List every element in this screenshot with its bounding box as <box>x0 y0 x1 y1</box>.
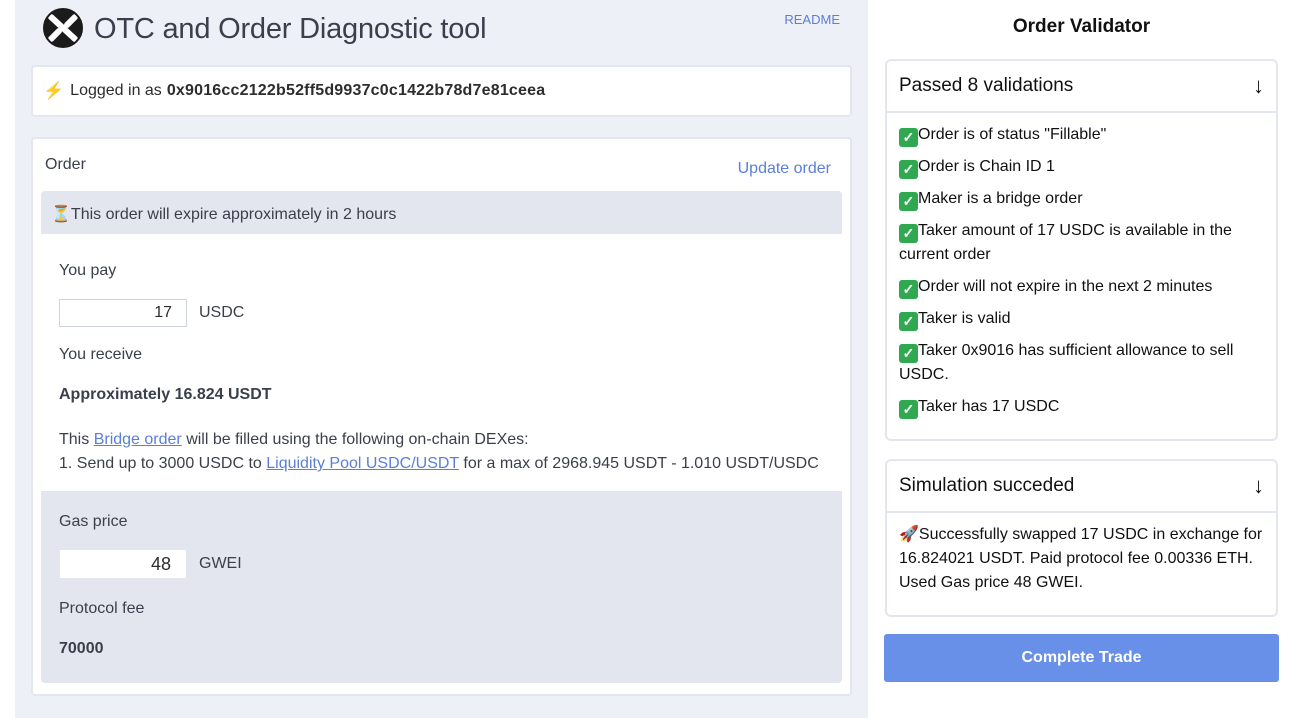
validation-text: Order is of status "Fillable" <box>918 126 1107 143</box>
bridge-prefix: This <box>59 431 90 448</box>
validations-toggle[interactable]: Passed 8 validations ↓ <box>887 61 1276 113</box>
validation-text: Taker is valid <box>918 310 1011 327</box>
check-icon: ✓ <box>899 224 918 243</box>
lightning-icon: ⚡ <box>43 81 65 100</box>
bridge-description: This Bridge order will be filled using t… <box>59 428 819 476</box>
check-icon: ✓ <box>899 160 918 179</box>
order-heading: Order <box>45 156 86 173</box>
validator-title: Order Validator <box>1012 16 1151 37</box>
protocol-fee-label: Protocol fee <box>59 600 145 617</box>
receive-amount: Approximately 16.824 USDT <box>59 386 272 403</box>
simulation-text: Successfully swapped 17 USDC in exchange… <box>899 526 1263 591</box>
validation-list: ✓ Order is of status "Fillable" ✓ Order is … <box>887 113 1276 419</box>
complete-trade-button[interactable]: Complete Trade <box>884 634 1279 682</box>
check-icon: ✓ <box>899 312 918 331</box>
page-title: OTC and Order Diagnostic tool <box>94 13 487 45</box>
wallet-address: 0x9016cc2122b52ff5d9937c0c1422b78d7e81ce… <box>166 82 546 99</box>
validation-item: ✓ Order is Chain ID 1 <box>899 155 1264 179</box>
validation-item: ✓ Taker has 17 USDC <box>899 395 1264 419</box>
expiry-notice: ⏳This order will expire approximately in… <box>41 191 842 234</box>
gas-section: Gas price GWEI Protocol fee 70000 <box>41 491 842 683</box>
gas-unit: GWEI <box>199 555 242 572</box>
login-banner: ⚡ Logged in as 0x9016cc2122b52ff5d9937c0… <box>31 65 852 117</box>
route-suffix: for a max of 2968.945 USDT - 1.010 USDT/… <box>463 455 819 472</box>
bridge-order-link[interactable]: Bridge order <box>94 431 182 448</box>
order-details: You pay USDC You receive Approximately 1… <box>41 234 842 491</box>
check-icon: ✓ <box>899 128 918 147</box>
gas-price-label: Gas price <box>59 513 128 530</box>
you-receive-label: You receive <box>59 346 143 363</box>
validation-item: ✓ Maker is a bridge order <box>899 187 1264 211</box>
check-icon: ✓ <box>899 280 918 299</box>
validation-item: ✓ Order is of status "Fillable" <box>899 123 1264 147</box>
rocket-icon: 🚀 <box>899 526 919 543</box>
readme-link[interactable]: README <box>784 12 840 27</box>
order-card: Order Update order ⏳This order will expi… <box>31 137 852 696</box>
pay-amount-input[interactable] <box>59 299 187 327</box>
validation-text: Taker 0x9016 has sufficient allowance to… <box>899 342 1234 383</box>
left-panel: OTC and Order Diagnostic tool README ⚡ L… <box>15 0 868 718</box>
gas-price-input[interactable] <box>60 550 186 578</box>
validation-item: ✓ Taker amount of 17 USDC is available in… <box>899 219 1264 267</box>
update-order-link[interactable]: Update order <box>738 160 831 178</box>
liquidity-pool-link[interactable]: Liquidity Pool USDC/USDT <box>266 455 459 472</box>
validation-item: ✓ Taker 0x9016 has sufficient allowance t… <box>899 339 1264 387</box>
0x-logo-icon <box>43 8 83 48</box>
bridge-suffix: will be filled using the following on-ch… <box>186 431 529 448</box>
simulation-body: 🚀Successfully swapped 17 USDC in exchang… <box>887 513 1276 595</box>
pay-token: USDC <box>199 304 245 321</box>
validation-item: ✓ Taker is valid <box>899 307 1264 331</box>
validation-text: Taker amount of 17 USDC is available in … <box>899 222 1232 263</box>
expiry-text: This order will expire approximately in … <box>70 206 397 223</box>
check-icon: ✓ <box>899 344 918 363</box>
arrow-down-icon: ↓ <box>1253 73 1264 98</box>
simulation-card: Simulation succeded ↓ 🚀Successfully swap… <box>885 459 1278 617</box>
login-prefix: Logged in as <box>70 82 162 99</box>
validation-item: ✓ Order will not expire in the next 2 min… <box>899 275 1264 299</box>
validation-text: Order is Chain ID 1 <box>918 158 1055 175</box>
hourglass-icon: ⏳ <box>51 206 71 223</box>
simulation-header: Simulation succeded <box>899 475 1075 496</box>
arrow-down-icon: ↓ <box>1253 473 1264 498</box>
route-prefix: 1. Send up to 3000 USDC to <box>59 455 262 472</box>
validation-text: Order will not expire in the next 2 minu… <box>918 278 1213 295</box>
validations-card: Passed 8 validations ↓ ✓ Order is of stat… <box>885 59 1278 441</box>
protocol-fee-value: 70000 <box>59 640 104 657</box>
you-pay-label: You pay <box>59 262 117 279</box>
simulation-toggle[interactable]: Simulation succeded ↓ <box>887 461 1276 513</box>
check-icon: ✓ <box>899 192 918 211</box>
validation-text: Maker is a bridge order <box>918 190 1083 207</box>
check-icon: ✓ <box>899 400 918 419</box>
validation-text: Taker has 17 USDC <box>918 398 1060 415</box>
validations-header: Passed 8 validations <box>899 75 1074 96</box>
